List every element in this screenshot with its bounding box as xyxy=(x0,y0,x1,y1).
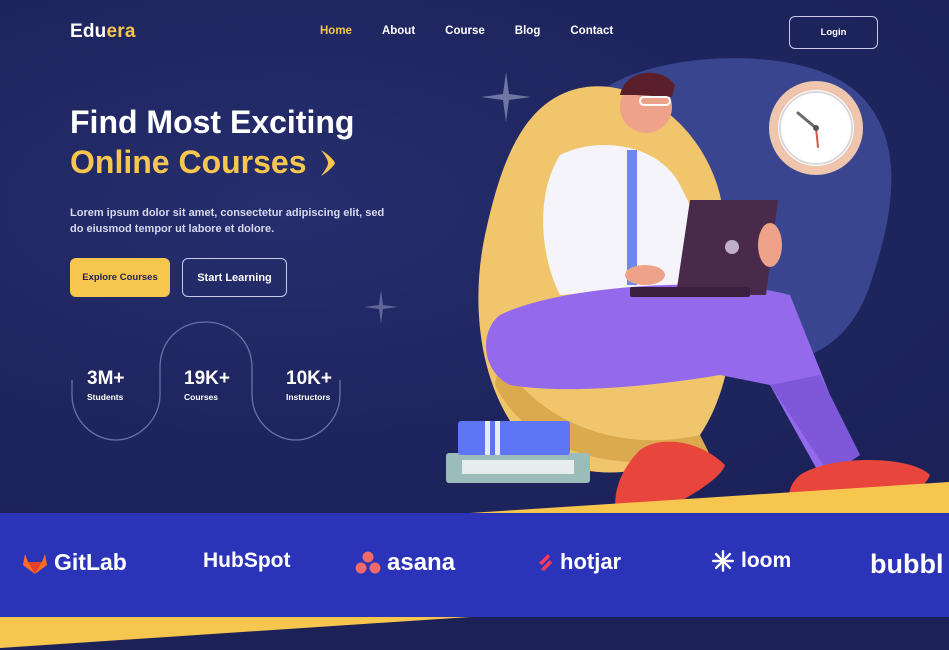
partner-hotjar[interactable]: hotjar xyxy=(536,549,621,575)
hero-title-line1: Find Most Exciting xyxy=(70,104,355,140)
asana-icon xyxy=(355,551,381,574)
nav-about[interactable]: About xyxy=(382,25,415,37)
login-button[interactable]: Login xyxy=(789,16,878,49)
hero-title-highlight: Online Courses xyxy=(70,144,307,180)
stat-students: 3M+ Students xyxy=(87,368,125,402)
partner-name: HubSpot xyxy=(203,549,291,572)
stat-value: 3M+ xyxy=(87,368,125,389)
main-nav: Home About Course Blog Contact xyxy=(320,25,643,37)
partner-bubble[interactable]: bubbl xyxy=(870,549,943,580)
hero-illustration xyxy=(446,58,930,513)
partner-name: bubbl xyxy=(870,549,944,579)
partner-name: asana xyxy=(387,549,456,576)
nav-contact[interactable]: Contact xyxy=(570,25,613,37)
partner-name: GitLab xyxy=(54,549,127,575)
gitlab-icon xyxy=(23,553,47,574)
stat-label: Instructors xyxy=(286,392,331,402)
logo-text-primary: Edu xyxy=(70,21,107,42)
logo-text-accent: era xyxy=(106,21,136,42)
sparkle-icon xyxy=(364,290,398,324)
clock-icon xyxy=(769,81,863,175)
partner-loom[interactable]: loom xyxy=(711,549,791,573)
nav-blog[interactable]: Blog xyxy=(515,25,541,37)
hero-section: Eduera Home About Course Blog Contact Lo… xyxy=(0,0,949,513)
hotjar-icon xyxy=(539,554,552,571)
nav-course[interactable]: Course xyxy=(445,25,485,37)
nav-home[interactable]: Home xyxy=(320,25,352,37)
partners-strip xyxy=(0,513,949,617)
hero-title-line2: Online Courses xyxy=(70,144,339,181)
partner-asana[interactable]: asana xyxy=(355,549,455,577)
stat-value: 10K+ xyxy=(286,368,332,389)
stat-label: Students xyxy=(87,392,124,402)
explore-courses-button[interactable]: Explore Courses xyxy=(70,258,170,297)
books-icon xyxy=(446,421,590,483)
hero-description: Lorem ipsum dolor sit amet, consectetur … xyxy=(70,207,385,235)
start-learning-button[interactable]: Start Learning xyxy=(182,258,287,297)
logo[interactable]: Eduera xyxy=(70,21,136,43)
loom-icon xyxy=(712,550,734,572)
chevron-right-icon xyxy=(320,149,335,176)
partner-name: hotjar xyxy=(560,549,622,574)
partner-hubspot[interactable]: HubSpot xyxy=(203,549,290,573)
stat-value: 19K+ xyxy=(184,368,230,389)
partner-gitlab[interactable]: GitLab xyxy=(22,549,127,576)
partner-name: loom xyxy=(741,549,792,572)
stat-courses: 19K+ Courses xyxy=(184,368,230,402)
stat-label: Courses xyxy=(184,392,219,402)
stat-instructors: 10K+ Instructors xyxy=(286,368,332,402)
